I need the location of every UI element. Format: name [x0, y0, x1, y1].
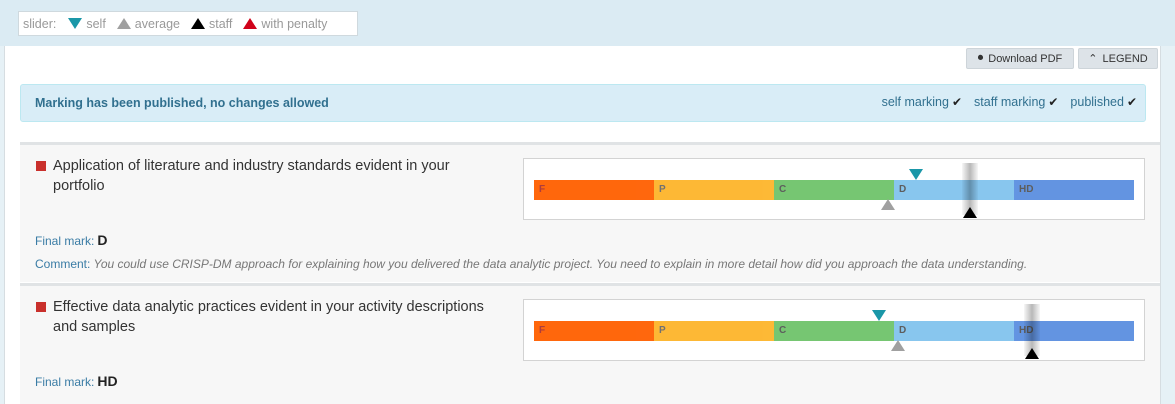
status-published: published ✔ [1070, 95, 1137, 109]
criterion-color-marker [36, 302, 46, 312]
legend-item-average: average [116, 17, 180, 31]
self-marker [872, 310, 886, 321]
top-band: slider: self average staff with penalty [0, 0, 1175, 46]
check-icon: ✔ [951, 95, 963, 109]
marking-status: self marking ✔ staff marking ✔ published ✔ [882, 95, 1137, 109]
status-self-marking: self marking ✔ [881, 95, 963, 109]
grade-bar: F P C D HD [534, 180, 1134, 200]
band-c: C [774, 321, 894, 341]
published-alert: Marking has been published, no changes a… [20, 84, 1146, 122]
band-p: P [654, 321, 774, 341]
criterion-2: Effective data analytic practices eviden… [20, 283, 1160, 404]
criterion-1: Application of literature and industry s… [20, 142, 1160, 282]
criterion-color-marker [36, 161, 46, 171]
legend-item-staff: staff [190, 17, 232, 31]
final-mark-value: HD [97, 373, 118, 389]
grade-slider: F P C D HD [523, 158, 1145, 220]
check-icon: ✔ [1126, 95, 1137, 109]
grade-bar: F P C D HD [534, 321, 1134, 341]
band-f: F [534, 321, 654, 341]
average-marker [881, 199, 895, 210]
band-p: P [654, 180, 774, 200]
slider-legend-label: slider: [23, 16, 57, 31]
band-c: C [774, 180, 894, 200]
average-marker [891, 340, 905, 351]
penalty-marker-icon [243, 18, 258, 29]
staff-marker[interactable] [963, 207, 977, 218]
legend-item-self: self [68, 17, 106, 31]
self-marker [909, 169, 923, 180]
final-mark-value: D [97, 232, 108, 248]
slider-legend: slider: self average staff with penalty [18, 11, 358, 36]
band-f: F [534, 180, 654, 200]
band-hd: HD [1014, 180, 1134, 200]
band-d: D [894, 180, 1014, 200]
download-icon: ⏺ [977, 52, 984, 64]
alert-message: Marking has been published, no changes a… [35, 96, 329, 110]
final-mark: Final mark: HD [35, 373, 118, 389]
band-d: D [894, 321, 1014, 341]
chevron-up-icon: ⌃ [1088, 53, 1098, 65]
marking-panel: ⏺ Download PDF ⌃ LEGEND Marking has been… [4, 46, 1161, 404]
check-icon: ✔ [1048, 95, 1059, 109]
criterion-title: Effective data analytic practices eviden… [53, 299, 484, 335]
criterion-title: Application of literature and industry s… [53, 158, 450, 194]
status-staff-marking: staff marking ✔ [974, 95, 1059, 109]
average-marker-icon [116, 18, 131, 29]
download-pdf-button[interactable]: ⏺ Download PDF [966, 48, 1074, 69]
grade-slider: F P C D HD [523, 299, 1145, 361]
criterion-comment: Comment: You could use CRISP-DM approach… [35, 257, 1028, 271]
legend-item-penalty: with penalty [243, 17, 327, 31]
staff-marker[interactable] [1025, 348, 1039, 359]
self-marker-icon [68, 18, 83, 29]
legend-toggle-button[interactable]: ⌃ LEGEND [1078, 48, 1158, 69]
final-mark: Final mark: D [35, 232, 108, 248]
staff-marker-icon [190, 18, 205, 29]
